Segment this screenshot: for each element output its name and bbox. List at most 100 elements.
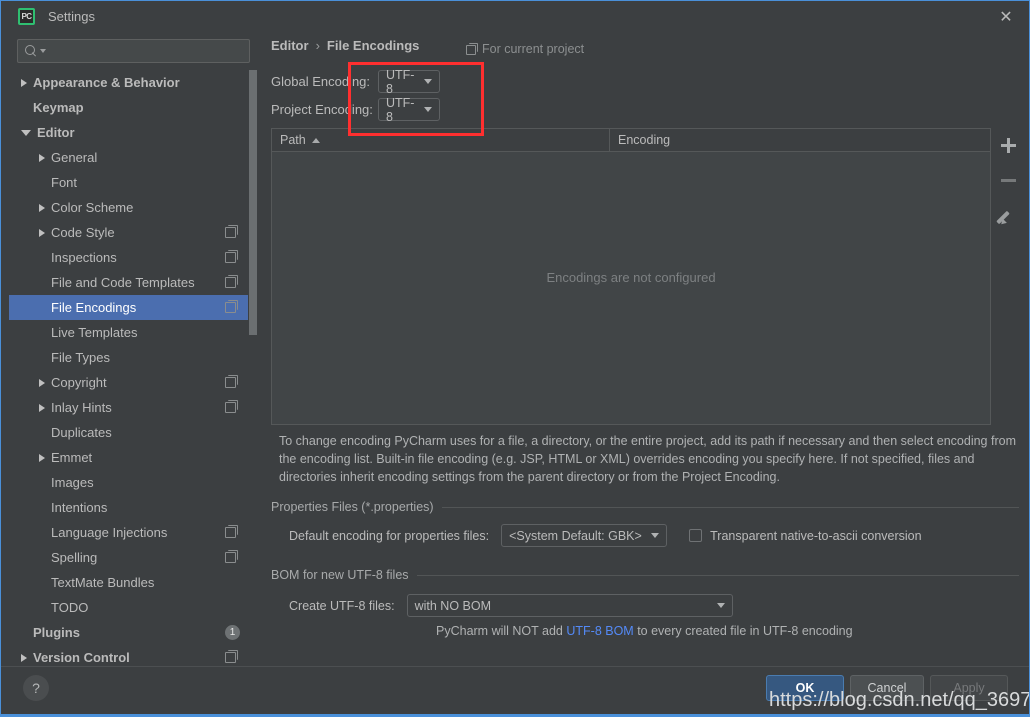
copy-icon [225,550,238,563]
ok-button[interactable]: OK [766,675,844,701]
breadcrumb-parent[interactable]: Editor [271,38,309,53]
sidebar-scrollbar-track[interactable] [248,70,258,666]
bom-create-combo[interactable]: with NO BOM [406,594,733,617]
search-input[interactable] [46,43,249,59]
sidebar-item-label: Intentions [51,500,108,515]
sidebar-item-code-style[interactable]: Code Style [9,220,258,245]
sidebar-item-label: Inspections [51,250,117,265]
sort-ascending-icon [311,137,320,143]
sidebar-item-appearance-behavior[interactable]: Appearance & Behavior [9,70,258,95]
sidebar-item-copyright[interactable]: Copyright [9,370,258,395]
copy-icon [225,275,238,288]
sidebar-item-todo[interactable]: TODO [9,595,258,620]
chevron-right-icon[interactable] [39,203,45,212]
sidebar-item-spelling[interactable]: Spelling [9,545,258,570]
breadcrumb-current: File Encodings [326,38,420,53]
sidebar-item-images[interactable]: Images [9,470,258,495]
table-header-encoding[interactable]: Encoding [610,133,670,147]
apply-button: Apply [930,675,1008,701]
sidebar-item-live-templates[interactable]: Live Templates [9,320,258,345]
bom-section-label: BOM for new UTF-8 files [271,568,409,582]
chevron-down-icon[interactable] [21,129,31,136]
sidebar-item-label: General [51,150,98,165]
sidebar-item-label: Emmet [51,450,93,465]
copy-icon [225,300,238,313]
table-body[interactable]: Encodings are not configured [272,152,990,424]
sidebar-scrollbar-thumb[interactable] [249,70,257,335]
copy-icon [225,250,238,263]
sidebar-item-label: File Encodings [51,300,137,315]
sidebar-item-file-encodings[interactable]: File Encodings [9,295,258,320]
chevron-down-icon [424,107,432,112]
sidebar-item-label: Font [51,175,78,190]
sidebar-item-keymap[interactable]: Keymap [9,95,258,120]
encodings-table: Path Encoding Encodings are not configur… [271,128,991,425]
bom-section-title: BOM for new UTF-8 files [271,568,1019,582]
properties-default-encoding-label: Default encoding for properties files: [289,528,490,543]
sidebar-item-label: Appearance & Behavior [33,75,180,90]
search-box[interactable] [17,39,250,63]
chevron-right-icon[interactable] [39,153,45,162]
bom-create-label: Create UTF-8 files: [289,598,395,613]
title-bar: PC Settings ✕ [1,1,1029,32]
help-icon[interactable]: ? [23,675,49,701]
sidebar-item-label: Images [51,475,94,490]
close-icon[interactable]: ✕ [983,1,1029,32]
global-encoding-combo[interactable]: UTF-8 [378,68,440,96]
settings-sidebar: Appearance & Behavior Keymap Editor General… [9,32,258,666]
sidebar-item-language-injections[interactable]: Language Injections [9,520,258,545]
sidebar-item-inspections[interactable]: Inspections [9,245,258,270]
bom-create-value: with NO BOM [414,598,491,613]
breadcrumb: Editor › File Encodings [271,38,419,53]
scope-note-label: For current project [482,42,585,56]
properties-default-encoding-combo[interactable]: <System Default: GBK> [501,524,668,547]
add-icon[interactable] [997,134,1019,156]
sidebar-item-duplicates[interactable]: Duplicates [9,420,258,445]
sidebar-item-label: Language Injections [51,525,168,540]
sidebar-item-font[interactable]: Font [9,170,258,195]
transparent-conversion-label[interactable]: Transparent native-to-ascii conversion [710,529,921,543]
bom-note: PyCharm will NOT add UTF-8 BOM to every … [436,624,853,638]
sidebar-item-intentions[interactable]: Intentions [9,495,258,520]
search-icon [25,44,39,58]
chevron-right-icon[interactable] [39,378,45,387]
sidebar-item-label: File Types [51,350,111,365]
sidebar-item-color-scheme[interactable]: Color Scheme [9,195,258,220]
sidebar-item-label: Code Style [51,225,115,240]
sidebar-item-general[interactable]: General [9,145,258,170]
remove-icon [997,169,1019,191]
pycharm-icon: PC [18,8,35,25]
bom-note-link[interactable]: UTF-8 BOM [566,624,633,638]
sidebar-item-label: Duplicates [51,425,112,440]
transparent-conversion-checkbox[interactable] [689,529,703,542]
window-title: Settings [48,9,95,24]
global-encoding-row: Global Encoding: UTF-8 [271,68,440,96]
chevron-right-icon[interactable] [39,453,45,462]
edit-icon [997,204,1019,226]
copy-icon [225,525,238,538]
update-badge: 1 [225,625,240,640]
sidebar-item-label: Inlay Hints [51,400,112,415]
sidebar-item-editor[interactable]: Editor [9,120,258,145]
sidebar-item-file-and-code-templates[interactable]: File and Code Templates [9,270,258,295]
project-encoding-combo[interactable]: UTF-8 [378,96,440,124]
chevron-right-icon[interactable] [21,653,27,662]
chevron-right-icon[interactable] [39,403,45,412]
chevron-right-icon[interactable] [21,78,27,87]
copy-icon [225,650,238,663]
copy-icon [225,375,238,388]
breadcrumb-separator-icon: › [315,38,320,53]
cancel-button[interactable]: Cancel [850,675,924,701]
sidebar-item-inlay-hints[interactable]: Inlay Hints [9,395,258,420]
table-header-path[interactable]: Path [272,129,610,151]
chevron-right-icon[interactable] [39,228,45,237]
sidebar-item-textmate-bundles[interactable]: TextMate Bundles [9,570,258,595]
sidebar-item-plugins[interactable]: Plugins 1 [9,620,258,645]
sidebar-item-version-control[interactable]: Version Control [9,645,258,666]
sidebar-item-emmet[interactable]: Emmet [9,445,258,470]
sidebar-item-label: TODO [51,600,89,615]
properties-default-encoding-row: Default encoding for properties files: <… [289,524,922,547]
sidebar-item-file-types[interactable]: File Types [9,345,258,370]
sidebar-item-label: Live Templates [51,325,138,340]
bom-note-prefix: PyCharm will NOT add [436,624,567,638]
